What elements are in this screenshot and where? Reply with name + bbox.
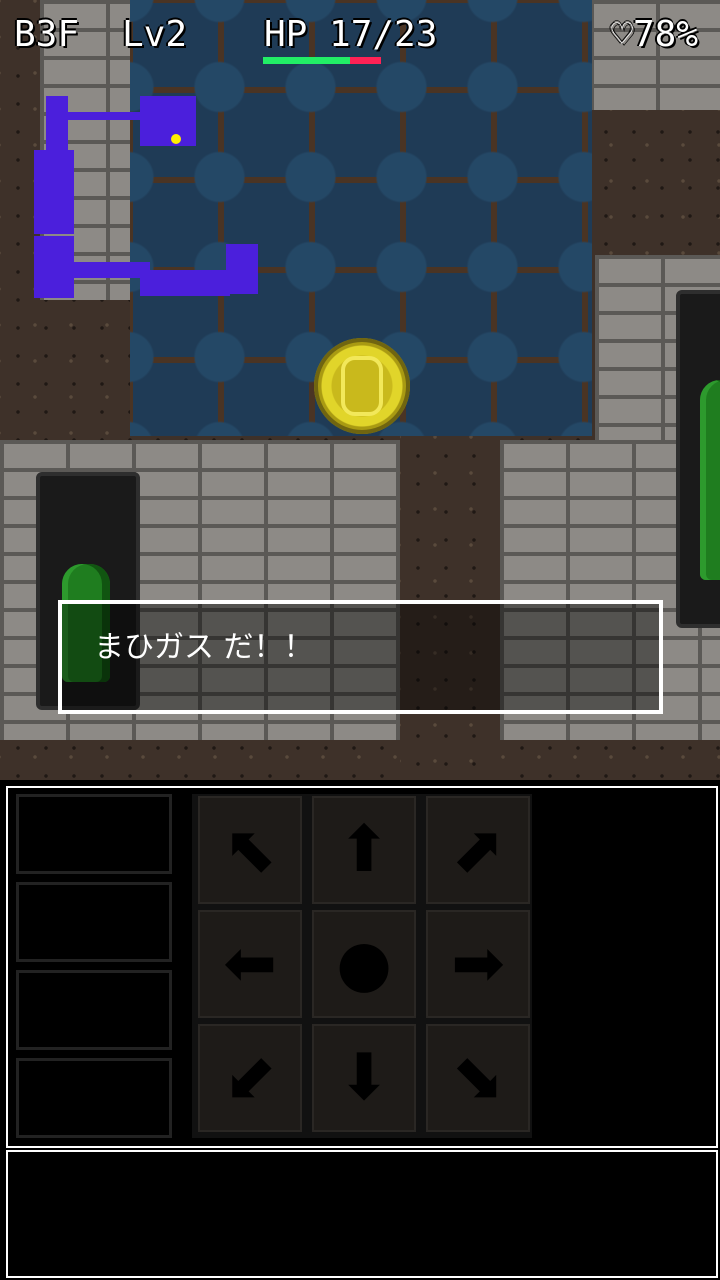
- dpad-down-button[interactable]: ⬇: [312, 1024, 416, 1132]
- hp-text: HP 17/23: [264, 14, 438, 55]
- arrow-up-left-icon: ⬉: [223, 813, 277, 887]
- coin-emblem: [341, 356, 383, 416]
- dpad-wait-button[interactable]: ●: [312, 910, 416, 1018]
- arrow-down-icon: ⬇: [337, 1041, 391, 1115]
- item-slot[interactable]: [16, 794, 172, 874]
- arrow-left-icon: ⬅: [223, 927, 277, 1001]
- dpad-up-right-button[interactable]: ⬈: [426, 796, 530, 904]
- item-slot[interactable]: [16, 970, 172, 1050]
- message-box: まひガス だ！！: [58, 600, 663, 714]
- minimap-current-room: [140, 96, 196, 146]
- message-text: まひガス だ！！: [94, 630, 314, 665]
- control-panel: ⬉ ⬆ ⬈ ⬅ ● ➡ ⬋ ⬇ ⬊: [6, 786, 718, 1148]
- plant-icon: [700, 380, 720, 580]
- arrow-up-icon: ⬆: [337, 813, 391, 887]
- floor-indicator: B3F: [14, 14, 80, 55]
- arrow-wait-icon: ●: [336, 927, 392, 1001]
- gold-coin-icon[interactable]: [314, 338, 410, 434]
- game-viewport[interactable]: B3F Lv2 HP 17/23 ♡78% まひガス だ！！: [0, 0, 720, 780]
- dpad-left-button[interactable]: ⬅: [198, 910, 302, 1018]
- item-slot[interactable]: [16, 882, 172, 962]
- dpad-down-left-button[interactable]: ⬋: [198, 1024, 302, 1132]
- player-marker: [171, 134, 181, 144]
- dpad-down-right-button[interactable]: ⬊: [426, 1024, 530, 1132]
- arrow-up-right-icon: ⬈: [451, 813, 505, 887]
- level-indicator: Lv2: [122, 14, 188, 55]
- arrow-down-left-icon: ⬋: [223, 1041, 277, 1115]
- item-slot[interactable]: [16, 1058, 172, 1138]
- dpad-up-button[interactable]: ⬆: [312, 796, 416, 904]
- hp-bar: [263, 57, 381, 64]
- arrow-right-icon: ➡: [451, 927, 505, 1001]
- hp-bar-fill: [263, 57, 351, 64]
- arrow-down-right-icon: ⬊: [451, 1041, 505, 1115]
- footer-panel: [6, 1150, 718, 1278]
- satiety-indicator: ♡78%: [611, 14, 698, 55]
- dpad-up-left-button[interactable]: ⬉: [198, 796, 302, 904]
- dpad-right-button[interactable]: ➡: [426, 910, 530, 1018]
